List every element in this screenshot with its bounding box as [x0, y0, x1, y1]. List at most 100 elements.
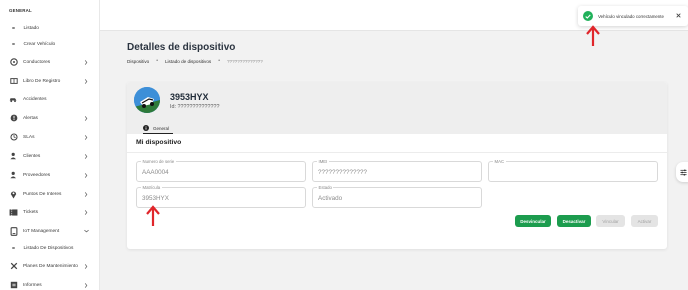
check-circle-icon — [583, 11, 593, 21]
device-avatar — [134, 87, 160, 113]
chevron-right-icon — [83, 191, 89, 197]
success-toast: Vehículo vinculado correctamente — [578, 6, 688, 26]
tab-active-indicator — [143, 133, 173, 135]
serial-number-field[interactable]: Numero de serie AAA0004 — [136, 159, 306, 182]
ticket-icon — [9, 208, 18, 217]
field-value: Activado — [318, 195, 343, 202]
sidebar-item-label: IoT Management — [23, 228, 60, 234]
sidebar-item-label: Puntos De Interes — [23, 191, 62, 197]
chevron-right-icon — [83, 172, 89, 178]
sidebar-item-listado-de-dispositivos[interactable]: Listado De Dispositivos — [0, 241, 100, 255]
sidebar-item-label: Alertas — [23, 115, 38, 121]
breadcrumb: Dispositivo • Listado de dispositivos • … — [127, 58, 263, 64]
sla-icon — [9, 133, 18, 142]
breadcrumb-separator-icon: • — [156, 58, 158, 64]
chevron-right-icon — [83, 282, 89, 288]
page-title: Detalles de dispositivo — [127, 42, 236, 53]
chevron-down-icon — [83, 228, 89, 234]
sidebar-item-label: Crear Vehículo — [23, 41, 56, 47]
sidebar-item-label: Listado — [23, 25, 39, 31]
sidebar-item-puntos-de-interes[interactable]: Puntos De Interes — [0, 187, 100, 201]
device-card: 3953HYX Id: ?????????????? General Mi di… — [127, 82, 667, 249]
sidebar-item-label: Libro De Registro — [23, 78, 61, 84]
sidebar-item-label: Conductores — [23, 59, 51, 65]
device-card-header: 3953HYX Id: ?????????????? General — [127, 82, 667, 135]
tab-label: General — [153, 125, 170, 131]
alert-icon — [9, 114, 18, 123]
bullet-icon — [12, 42, 15, 46]
sidebar-item-label: Tickets — [23, 209, 39, 215]
close-icon[interactable] — [675, 12, 682, 19]
field-label: Numero de serie — [141, 159, 176, 164]
breadcrumb-item-listado[interactable]: Listado de dispositivos — [165, 59, 211, 64]
sidebar-item-informes[interactable]: Informes — [0, 278, 100, 290]
breadcrumb-item-dispositivo[interactable]: Dispositivo — [127, 59, 149, 64]
divider — [127, 152, 667, 153]
field-label: Matrícula — [141, 185, 162, 190]
chevron-right-icon — [83, 115, 89, 121]
chevron-right-icon — [83, 209, 89, 215]
section-title: Mi dispositivo — [136, 139, 182, 146]
breadcrumb-separator-icon: • — [218, 58, 220, 64]
car-crash-icon — [9, 95, 18, 104]
red-arrow-icon — [146, 205, 160, 226]
sidebar-item-clientes[interactable]: Clientes — [0, 149, 100, 163]
activate-button[interactable]: Activar — [631, 215, 658, 227]
toast-message: Vehículo vinculado correctamente — [598, 13, 664, 19]
deactivate-button[interactable]: Desactivar — [557, 215, 591, 227]
sidebar-item-label: Listado De Dispositivos — [23, 245, 74, 251]
link-button[interactable]: Vincular — [596, 215, 625, 227]
wrench-icon — [9, 262, 18, 271]
settings-drawer-handle[interactable] — [676, 162, 688, 182]
chevron-right-icon — [83, 59, 89, 65]
sidebar-item-label: Planes De Mantenimiento — [23, 263, 78, 269]
sidebar-section-label: GENERAL — [9, 8, 32, 13]
chevron-right-icon — [83, 153, 89, 159]
field-value: AAA0004 — [142, 169, 169, 176]
imei-field[interactable]: IMEI ?????????????? — [312, 159, 482, 182]
sidebar-item-conductores[interactable]: Conductores — [0, 55, 100, 69]
sidebar-item-label: SLAs — [23, 134, 35, 140]
status-field[interactable]: Estado Activado — [312, 185, 482, 208]
field-label: IMEI — [317, 159, 329, 164]
sidebar-item-alertas[interactable]: Alertas — [0, 111, 100, 125]
chevron-right-icon — [83, 263, 89, 269]
sidebar-item-crear-vehiculo[interactable]: Crear Vehículo — [0, 37, 100, 51]
iot-icon — [9, 226, 18, 236]
sliders-icon — [679, 168, 687, 176]
chevron-right-icon — [83, 78, 89, 84]
sidebar-item-slas[interactable]: SLAs — [0, 130, 100, 144]
red-arrow-icon — [586, 25, 600, 46]
providers-icon — [9, 171, 18, 180]
sidebar-item-planes-de-mantenimiento[interactable]: Planes De Mantenimiento — [0, 259, 100, 273]
sidebar-item-label: Clientes — [23, 153, 41, 159]
sidebar: GENERAL Listado Crear Vehículo Conductor… — [0, 0, 100, 290]
clients-icon — [9, 152, 18, 161]
breadcrumb-item-current: ?????????????? — [226, 58, 263, 64]
steering-wheel-icon — [9, 58, 18, 67]
sidebar-item-libro-de-registro[interactable]: Libro De Registro — [0, 74, 100, 88]
info-icon — [143, 125, 149, 131]
unlink-button[interactable]: Desvincular — [515, 215, 551, 227]
pin-icon — [9, 190, 18, 199]
sidebar-item-listado[interactable]: Listado — [0, 21, 100, 35]
field-value: 3953HYX — [142, 195, 169, 202]
sidebar-item-accidentes[interactable]: Accidentes — [0, 92, 100, 106]
plate-field[interactable]: Matrícula 3953HYX — [136, 185, 306, 208]
mac-field[interactable]: MAC — [488, 159, 658, 182]
book-icon — [9, 77, 18, 86]
bullet-icon — [12, 246, 15, 250]
device-id: Id: ?????????????? — [170, 104, 220, 110]
bullet-icon — [12, 26, 15, 30]
report-icon — [9, 281, 18, 290]
field-label: Estado — [317, 185, 334, 190]
sidebar-item-proveedores[interactable]: Proveedores — [0, 168, 100, 182]
chevron-right-icon — [83, 134, 89, 140]
field-label: MAC — [493, 159, 506, 164]
sidebar-item-label: Proveedores — [23, 172, 51, 178]
device-plate: 3953HYX — [170, 92, 209, 102]
sidebar-item-tickets[interactable]: Tickets — [0, 205, 100, 219]
sidebar-item-label: Informes — [23, 282, 42, 288]
sidebar-item-iot-management[interactable]: IoT Management — [0, 224, 100, 238]
field-value: ?????????????? — [318, 169, 368, 176]
